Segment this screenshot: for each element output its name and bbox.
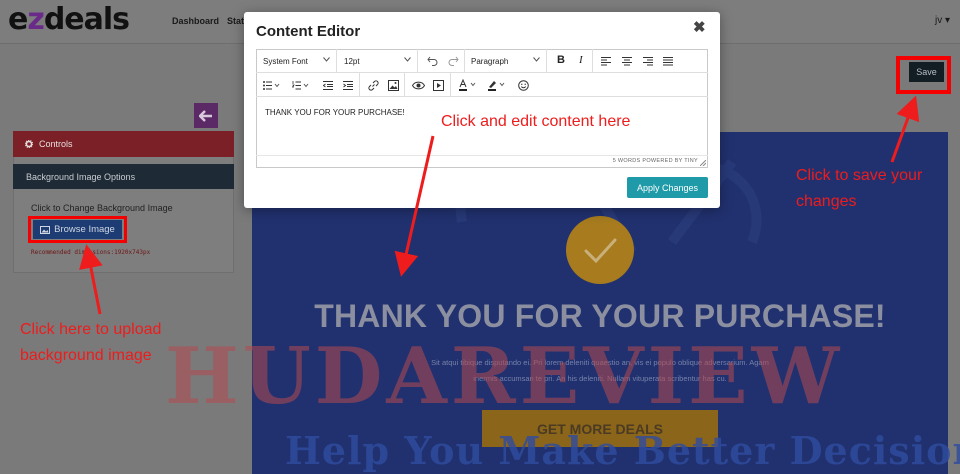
- toolbar-divider: [404, 73, 405, 97]
- word-count: 5 WORDS POWERED BY TINY: [612, 158, 698, 164]
- checkmark-icon: [584, 238, 617, 264]
- highlight-color-icon[interactable]: [488, 79, 508, 91]
- preview-eye-icon[interactable]: [412, 81, 425, 90]
- align-left-icon[interactable]: [601, 57, 611, 66]
- logo-suffix: deals: [43, 2, 130, 37]
- toolbar-divider: [450, 73, 451, 97]
- toolbar-divider: [592, 49, 593, 73]
- annotation-edit-content: Click and edit content here: [441, 113, 631, 130]
- toolbar-divider: [359, 73, 360, 97]
- block-format-select[interactable]: Paragraph: [464, 49, 547, 73]
- recommended-dimensions: Recommended dimensions:1920x743px: [31, 249, 151, 256]
- emoji-icon[interactable]: [518, 80, 529, 91]
- link-icon[interactable]: [368, 80, 379, 91]
- preview-title[interactable]: THANK YOU FOR YOUR PURCHASE!: [252, 298, 948, 335]
- insert-image-icon[interactable]: [388, 80, 399, 91]
- bg-options-header: Background Image Options: [13, 164, 234, 189]
- font-size-select[interactable]: 12pt: [337, 49, 418, 73]
- annotation-upload: Click here to upload background image: [20, 317, 161, 369]
- back-button[interactable]: [194, 103, 218, 128]
- chevron-down-icon: [323, 57, 330, 62]
- watermark-tagline: Help You Make Better Decisions: [285, 428, 960, 473]
- annotation-save: Click to save your changes: [796, 163, 922, 215]
- logo-prefix: e: [8, 2, 28, 37]
- numbered-list-icon[interactable]: [292, 81, 309, 90]
- annotation-save-line-2: changes: [796, 193, 857, 210]
- bullet-list-icon[interactable]: [263, 81, 280, 90]
- change-bg-label: Click to Change Background Image: [31, 203, 173, 213]
- editor-content-area[interactable]: THANK YOU FOR YOUR PURCHASE!: [265, 108, 405, 117]
- bold-icon[interactable]: B: [557, 54, 565, 66]
- undo-icon[interactable]: [427, 56, 438, 66]
- font-size-value: 12pt: [344, 56, 360, 66]
- nav-dashboard[interactable]: Dashboard: [172, 16, 219, 26]
- chevron-down-icon: [404, 57, 411, 62]
- text-color-icon[interactable]: [459, 79, 479, 91]
- browse-image-button[interactable]: Browse Image: [33, 220, 122, 239]
- resize-handle-icon[interactable]: [700, 160, 706, 166]
- align-justify-icon[interactable]: [663, 57, 673, 66]
- browse-image-label: Browse Image: [54, 224, 115, 235]
- editor-statusbar: 5 WORDS POWERED BY TINY: [256, 155, 708, 167]
- chevron-down-icon: [533, 57, 540, 62]
- redo-icon[interactable]: [448, 56, 459, 66]
- annotation-save-line-1: Click to save your: [796, 167, 923, 184]
- controls-header[interactable]: Controls: [13, 131, 234, 157]
- image-icon: [40, 225, 51, 234]
- outdent-icon[interactable]: [323, 81, 333, 90]
- apply-changes-button[interactable]: Apply Changes: [627, 177, 708, 198]
- editor-toolbar-row-2: [256, 73, 708, 97]
- bg-options-title: Background Image Options: [26, 171, 136, 182]
- italic-icon[interactable]: I: [579, 54, 583, 66]
- indent-icon[interactable]: [343, 81, 353, 90]
- font-family-select[interactable]: System Font: [256, 49, 337, 73]
- success-check-circle: [566, 216, 634, 284]
- app-logo[interactable]: ezdeals: [8, 2, 130, 37]
- close-icon[interactable]: ✖: [693, 20, 706, 36]
- user-menu[interactable]: jv ▾: [935, 15, 950, 26]
- save-button[interactable]: Save: [909, 62, 944, 82]
- editor-toolbar-row-1: System Font 12pt Paragraph B I: [256, 49, 708, 73]
- watermark-title: HUDAREVIEW: [165, 331, 844, 422]
- logo-mark: z: [27, 2, 44, 37]
- annotation-upload-line-1: Click here to upload: [20, 321, 162, 338]
- align-center-icon[interactable]: [622, 57, 632, 66]
- media-icon[interactable]: [433, 80, 444, 91]
- modal-title: Content Editor: [256, 23, 361, 40]
- align-right-icon[interactable]: [643, 57, 653, 66]
- controls-label: Controls: [39, 139, 73, 149]
- block-format-value: Paragraph: [471, 56, 509, 66]
- arrow-left-icon: [199, 109, 212, 122]
- gear-icon: [25, 140, 33, 148]
- font-family-value: System Font: [263, 56, 308, 66]
- annotation-upload-line-2: background image: [20, 347, 152, 364]
